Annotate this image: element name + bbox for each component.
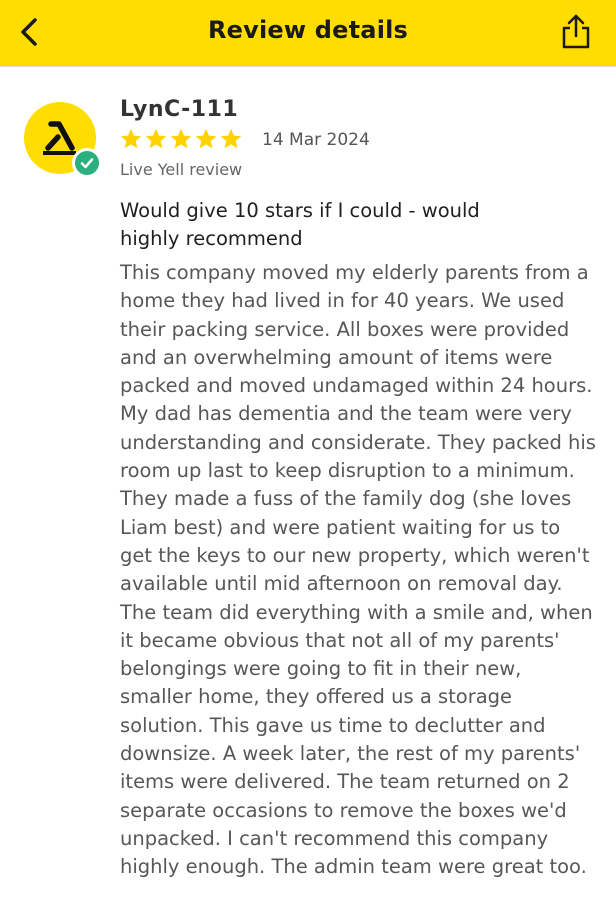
star-icon [170, 128, 192, 149]
review-source: Live Yell review [120, 160, 243, 179]
reviewer-name[interactable]: LynC-111 [120, 97, 238, 122]
star-icon [220, 128, 242, 149]
star-icon [120, 128, 142, 149]
share-button[interactable] [554, 10, 598, 54]
reviewer-avatar [24, 102, 104, 182]
review-title: Would give 10 stars if I could - would h… [120, 199, 480, 250]
check-icon [80, 158, 94, 169]
share-icon [562, 14, 590, 49]
app-header: Review details [0, 0, 616, 67]
star-icon [145, 128, 167, 149]
review-date: 14 Mar 2024 [262, 130, 370, 150]
review-body: This company moved my elderly parents fr… [120, 261, 596, 879]
star-rating [119, 127, 243, 151]
verified-badge [72, 148, 102, 178]
page-title: Review details [207, 16, 409, 44]
star-icon [195, 128, 217, 149]
